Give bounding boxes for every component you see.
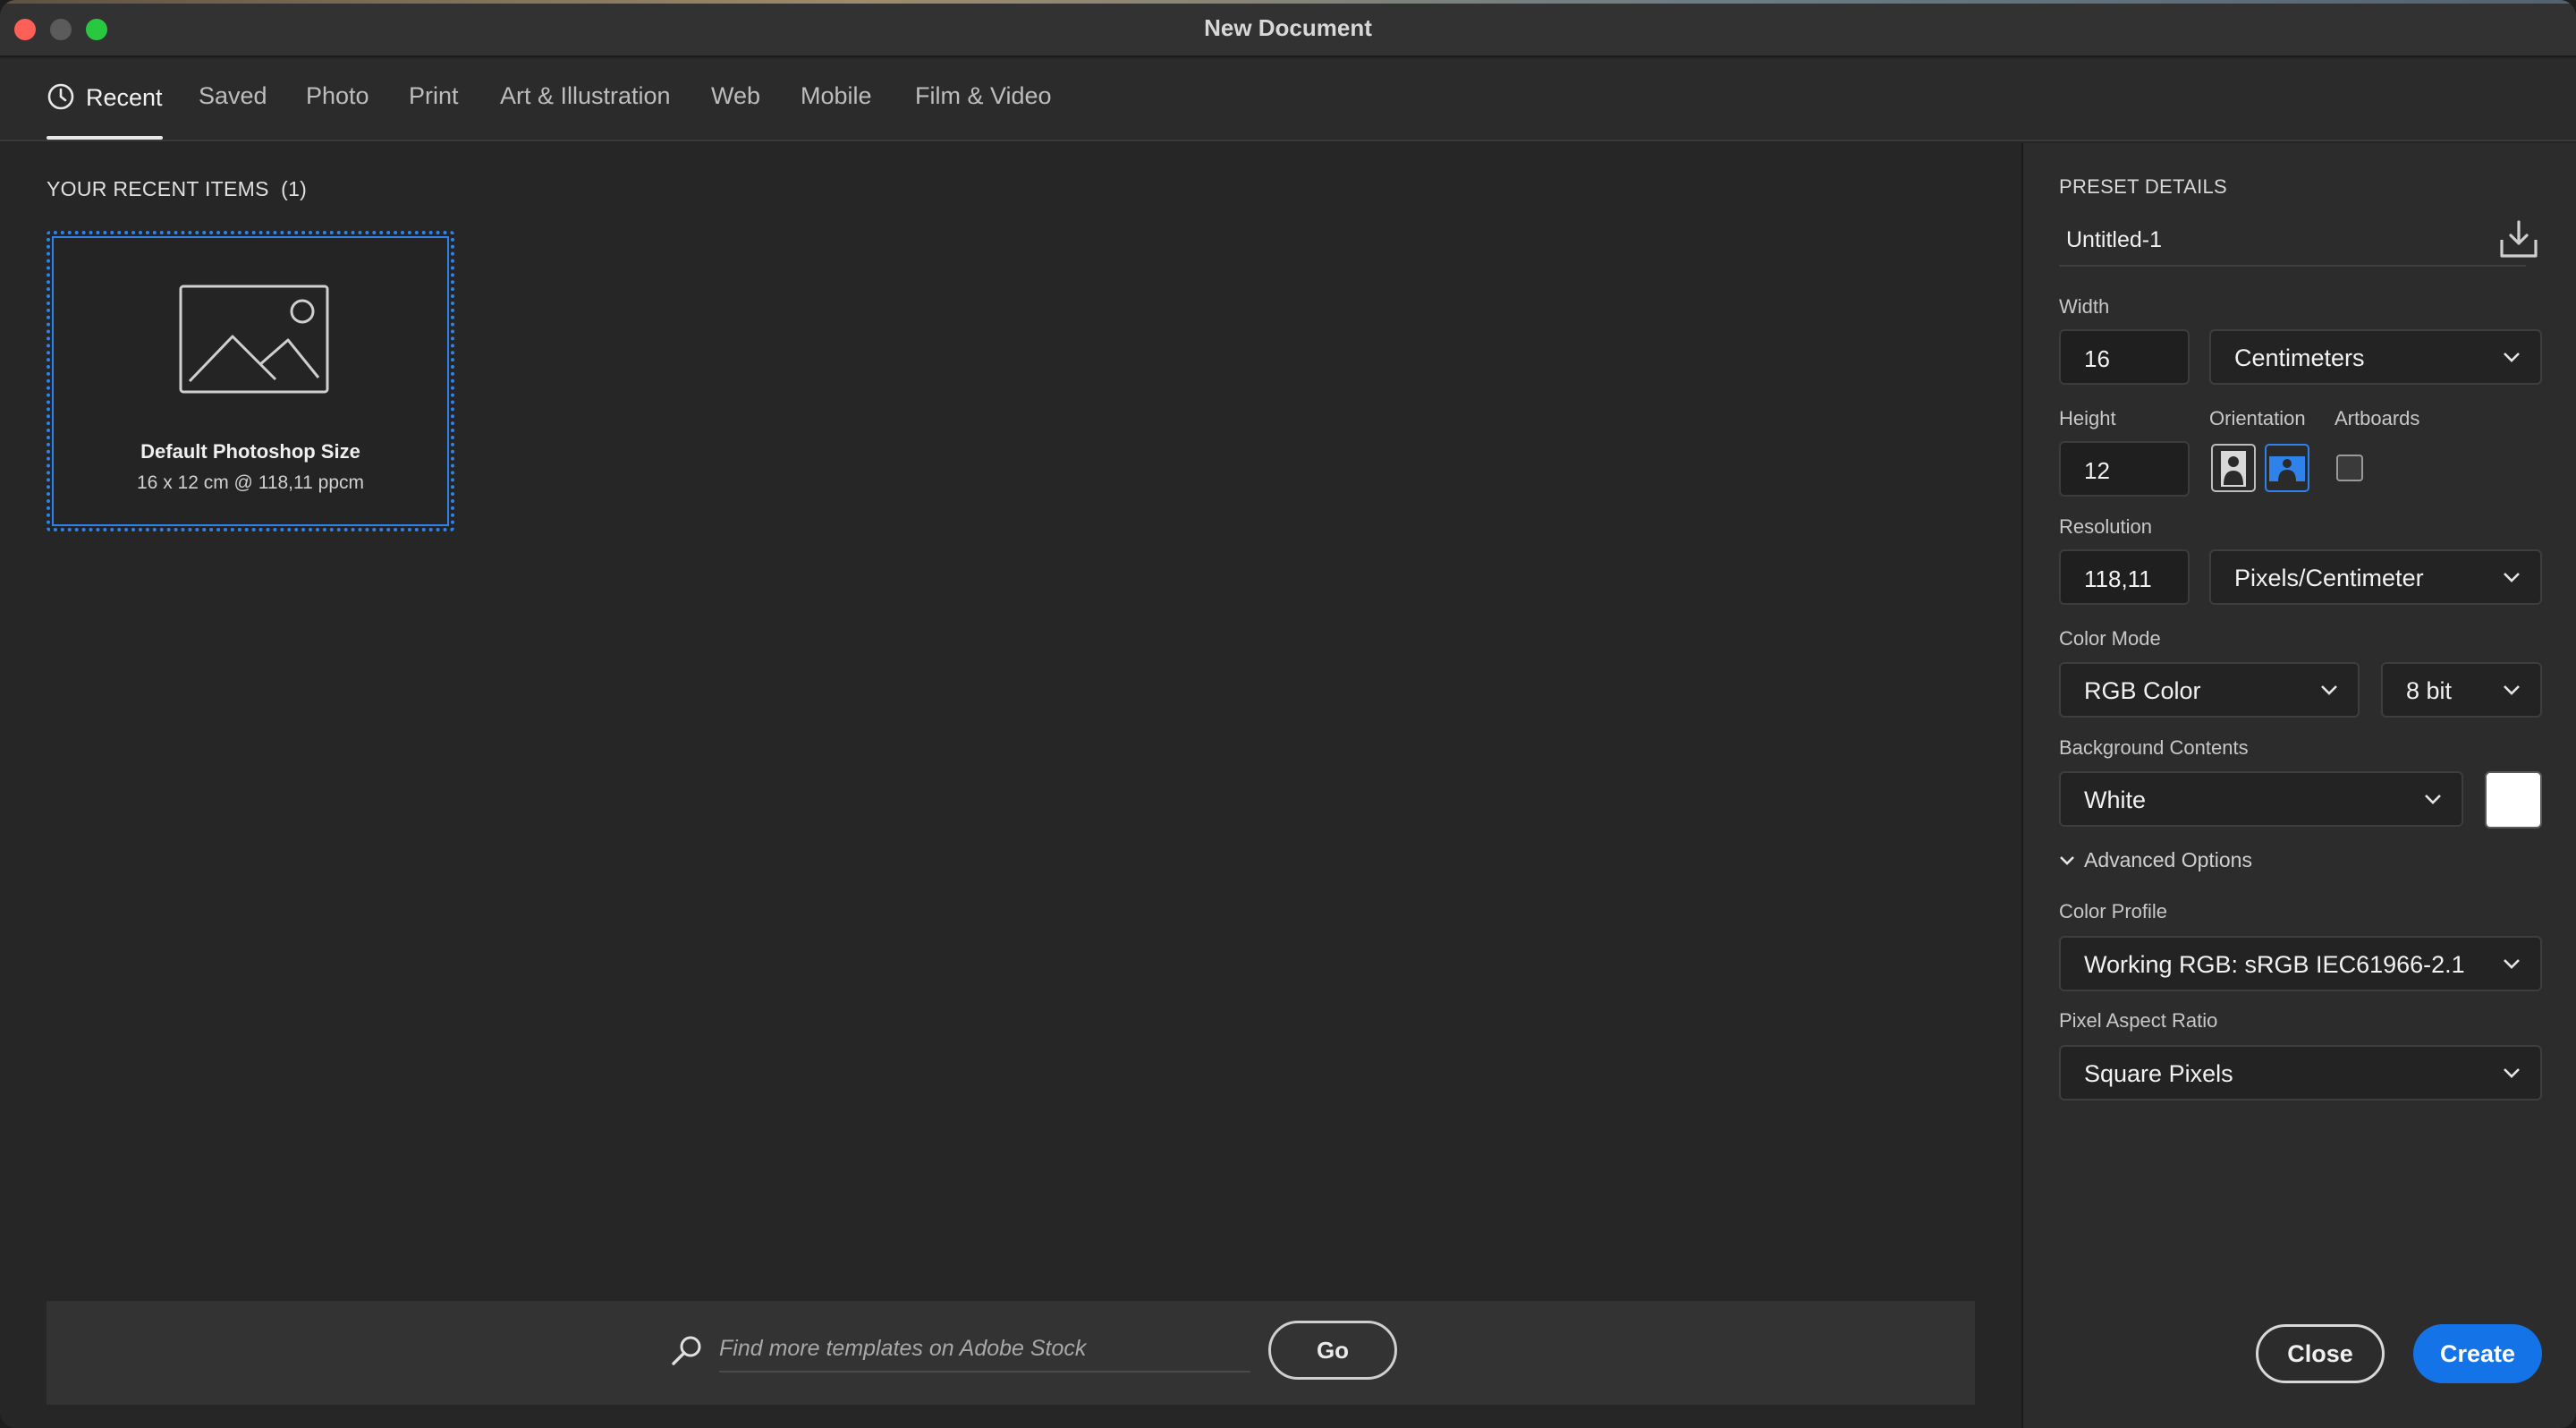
artboards-label: Artboards [2334,407,2420,429]
resolution-unit-value: Pixels/Centimeter [2234,565,2424,591]
tab-label: Recent [86,84,163,111]
landscape-orientation-button[interactable] [2265,444,2309,492]
image-placeholder-icon [179,285,329,394]
new-document-dialog: New Document Recent Saved Photo Print Ar… [0,0,2576,1428]
resolution-unit-select[interactable]: Pixels/Centimeter [2209,549,2542,605]
recent-items-area: YOUR RECENT ITEMS (1) Default Photoshop … [0,143,2020,1428]
orientation-label: Orientation [2209,407,2306,429]
color-mode-label: Color Mode [2059,627,2161,650]
width-input[interactable]: 16 [2059,329,2190,385]
color-mode-select[interactable]: RGB Color [2059,662,2360,718]
search-icon [672,1336,701,1365]
background-contents-select[interactable]: White [2059,771,2463,827]
width-unit-value: Centimeters [2234,344,2365,371]
color-profile-select[interactable]: Working RGB: sRGB IEC61966-2.1 [2059,936,2542,991]
pixel-aspect-ratio-value: Square Pixels [2084,1060,2233,1087]
tab-art-illustration[interactable]: Art & Illustration [500,82,671,127]
close-button[interactable]: Close [2256,1324,2385,1383]
artboards-checkbox[interactable] [2336,455,2363,481]
chevron-down-icon [2504,685,2520,695]
resolution-input[interactable]: 118,11 [2059,549,2190,605]
title-bar: New Document [0,0,2576,57]
background-contents-label: Background Contents [2059,736,2249,759]
recent-item-name: Default Photoshop Size [140,440,360,463]
window-title: New Document [1204,14,1372,41]
width-label: Width [2059,295,2110,318]
stock-search-bar: Go [47,1301,1975,1405]
advanced-options-toggle[interactable]: Advanced Options [2059,848,2252,872]
clock-icon [47,83,74,110]
chevron-down-icon [2504,573,2520,582]
recent-items-heading: YOUR RECENT ITEMS (1) [47,177,308,200]
recent-item-card[interactable]: Default Photoshop Size 16 x 12 cm @ 118,… [47,231,454,531]
portrait-icon [2221,451,2246,487]
landscape-icon [2269,456,2305,481]
save-preset-icon[interactable] [2497,218,2540,261]
document-name-field[interactable]: Untitled-1 [2059,217,2526,267]
chevron-down-icon [2321,685,2337,695]
color-profile-label: Color Profile [2059,900,2168,922]
go-button[interactable]: Go [1268,1321,1397,1380]
chevron-down-icon [2504,1068,2520,1078]
chevron-down-icon [2060,856,2074,865]
background-color-swatch[interactable] [2485,771,2542,829]
advanced-options-label: Advanced Options [2084,848,2252,871]
tab-saved[interactable]: Saved [199,82,267,127]
recent-item-info: 16 x 12 cm @ 118,11 ppcm [137,472,364,493]
chevron-down-icon [2425,795,2441,804]
pixel-aspect-ratio-select[interactable]: Square Pixels [2059,1045,2542,1101]
preset-category-tabs: Recent Saved Photo Print Art & Illustrat… [0,59,2576,141]
color-mode-value: RGB Color [2084,677,2201,704]
tab-mobile[interactable]: Mobile [801,82,872,127]
resolution-label: Resolution [2059,515,2152,538]
height-input[interactable]: 12 [2059,441,2190,497]
chevron-down-icon [2504,353,2520,362]
tab-photo[interactable]: Photo [306,82,369,127]
tab-print[interactable]: Print [409,82,459,127]
background-contents-value: White [2084,786,2147,813]
height-label: Height [2059,407,2116,429]
chevron-down-icon [2504,959,2520,969]
tab-recent[interactable]: Recent [47,82,163,140]
portrait-orientation-button[interactable] [2211,444,2256,492]
preset-details-panel: PRESET DETAILS Untitled-1 Width 16 Centi… [2021,143,2576,1428]
bit-depth-select[interactable]: 8 bit [2381,662,2542,718]
width-unit-select[interactable]: Centimeters [2209,329,2542,385]
create-button[interactable]: Create [2413,1324,2542,1383]
preset-details-heading: PRESET DETAILS [2059,175,2227,198]
stock-search-input[interactable] [719,1326,1250,1373]
tab-film-video[interactable]: Film & Video [915,82,1052,127]
pixel-aspect-ratio-label: Pixel Aspect Ratio [2059,1009,2218,1032]
bit-depth-value: 8 bit [2406,677,2453,704]
color-profile-value: Working RGB: sRGB IEC61966-2.1 [2084,951,2465,978]
tab-web[interactable]: Web [711,82,760,127]
